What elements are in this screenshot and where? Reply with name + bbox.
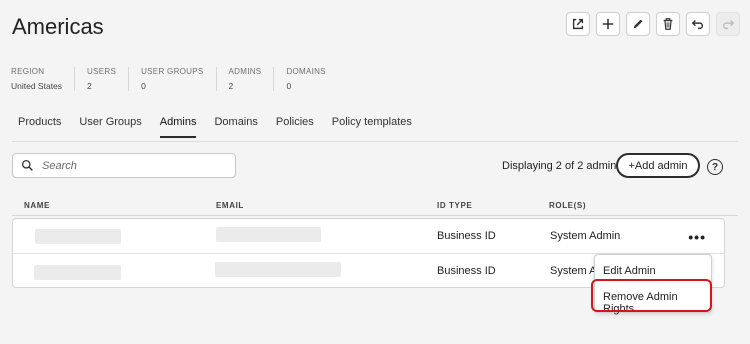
redacted-name <box>34 265 121 280</box>
add-icon <box>602 18 614 30</box>
search-input[interactable] <box>40 158 224 173</box>
more-actions-icon[interactable]: ••• <box>688 229 706 245</box>
tab-products[interactable]: Products <box>18 116 61 138</box>
redacted-name <box>35 229 121 244</box>
stat-region: REGION United States <box>11 67 76 91</box>
undo-icon <box>691 20 704 30</box>
stat-label: REGION <box>11 67 45 76</box>
table-row[interactable]: Business ID System Admin ••• <box>13 219 724 254</box>
stat-value: 2 <box>87 81 92 91</box>
stat-value: 0 <box>141 81 146 91</box>
tab-admins[interactable]: Admins <box>159 116 196 138</box>
stat-users: USERS 2 <box>87 67 130 91</box>
search-icon <box>21 159 33 171</box>
search-box[interactable] <box>12 153 236 178</box>
undo-button[interactable] <box>686 12 710 36</box>
help-icon[interactable]: ? <box>707 159 723 175</box>
toolbar <box>566 12 740 36</box>
open-external-button[interactable] <box>566 12 590 36</box>
id-type-cell: Business ID <box>437 230 496 242</box>
highlight-annotation <box>591 279 712 312</box>
column-header-id-type[interactable]: ID TYPE <box>437 201 472 210</box>
delete-trash-icon <box>663 18 673 30</box>
redo-button[interactable] <box>716 12 740 36</box>
result-count: Displaying 2 of 2 admins <box>502 160 622 172</box>
divider <box>12 215 738 216</box>
redo-icon <box>722 20 735 30</box>
stat-label: USERS <box>87 67 117 76</box>
tab-domains[interactable]: Domains <box>214 116 257 138</box>
role-cell: System Admin <box>550 230 621 242</box>
stat-label: USER GROUPS <box>141 67 204 76</box>
column-header-name[interactable]: NAME <box>24 201 50 210</box>
stat-label: ADMINS <box>228 67 262 76</box>
edit-admin-menu-item[interactable]: Edit Admin <box>603 265 656 277</box>
redacted-email <box>216 227 321 242</box>
page-title: Americas <box>12 14 104 39</box>
edit-pencil-icon <box>633 19 643 29</box>
add-button[interactable] <box>596 12 620 36</box>
stat-domains: DOMAINS 0 <box>286 67 337 91</box>
tab-user-groups[interactable]: User Groups <box>79 116 141 138</box>
stat-value: 2 <box>228 81 234 91</box>
stats-bar: REGION United States USERS 2 USER GROUPS… <box>11 67 350 91</box>
stat-value: 0 <box>286 81 292 91</box>
stat-user-groups: USER GROUPS 0 <box>141 67 217 91</box>
column-header-roles[interactable]: ROLE(S) <box>549 201 586 210</box>
delete-button[interactable] <box>656 12 680 36</box>
id-type-cell: Business ID <box>437 265 496 277</box>
stat-admins: ADMINS 2 <box>229 67 275 91</box>
stat-value: United States <box>11 81 63 91</box>
divider <box>12 141 738 142</box>
tab-policy-templates[interactable]: Policy templates <box>332 116 412 138</box>
add-admin-button[interactable]: +Add admin <box>616 153 700 178</box>
open-external-icon <box>572 18 584 30</box>
column-header-email[interactable]: EMAIL <box>216 201 244 210</box>
redacted-email <box>215 262 341 277</box>
stat-label: DOMAINS <box>286 67 326 76</box>
tab-bar: Products User Groups Admins Domains Poli… <box>18 116 430 138</box>
tab-policies[interactable]: Policies <box>276 116 314 138</box>
edit-button[interactable] <box>626 12 650 36</box>
